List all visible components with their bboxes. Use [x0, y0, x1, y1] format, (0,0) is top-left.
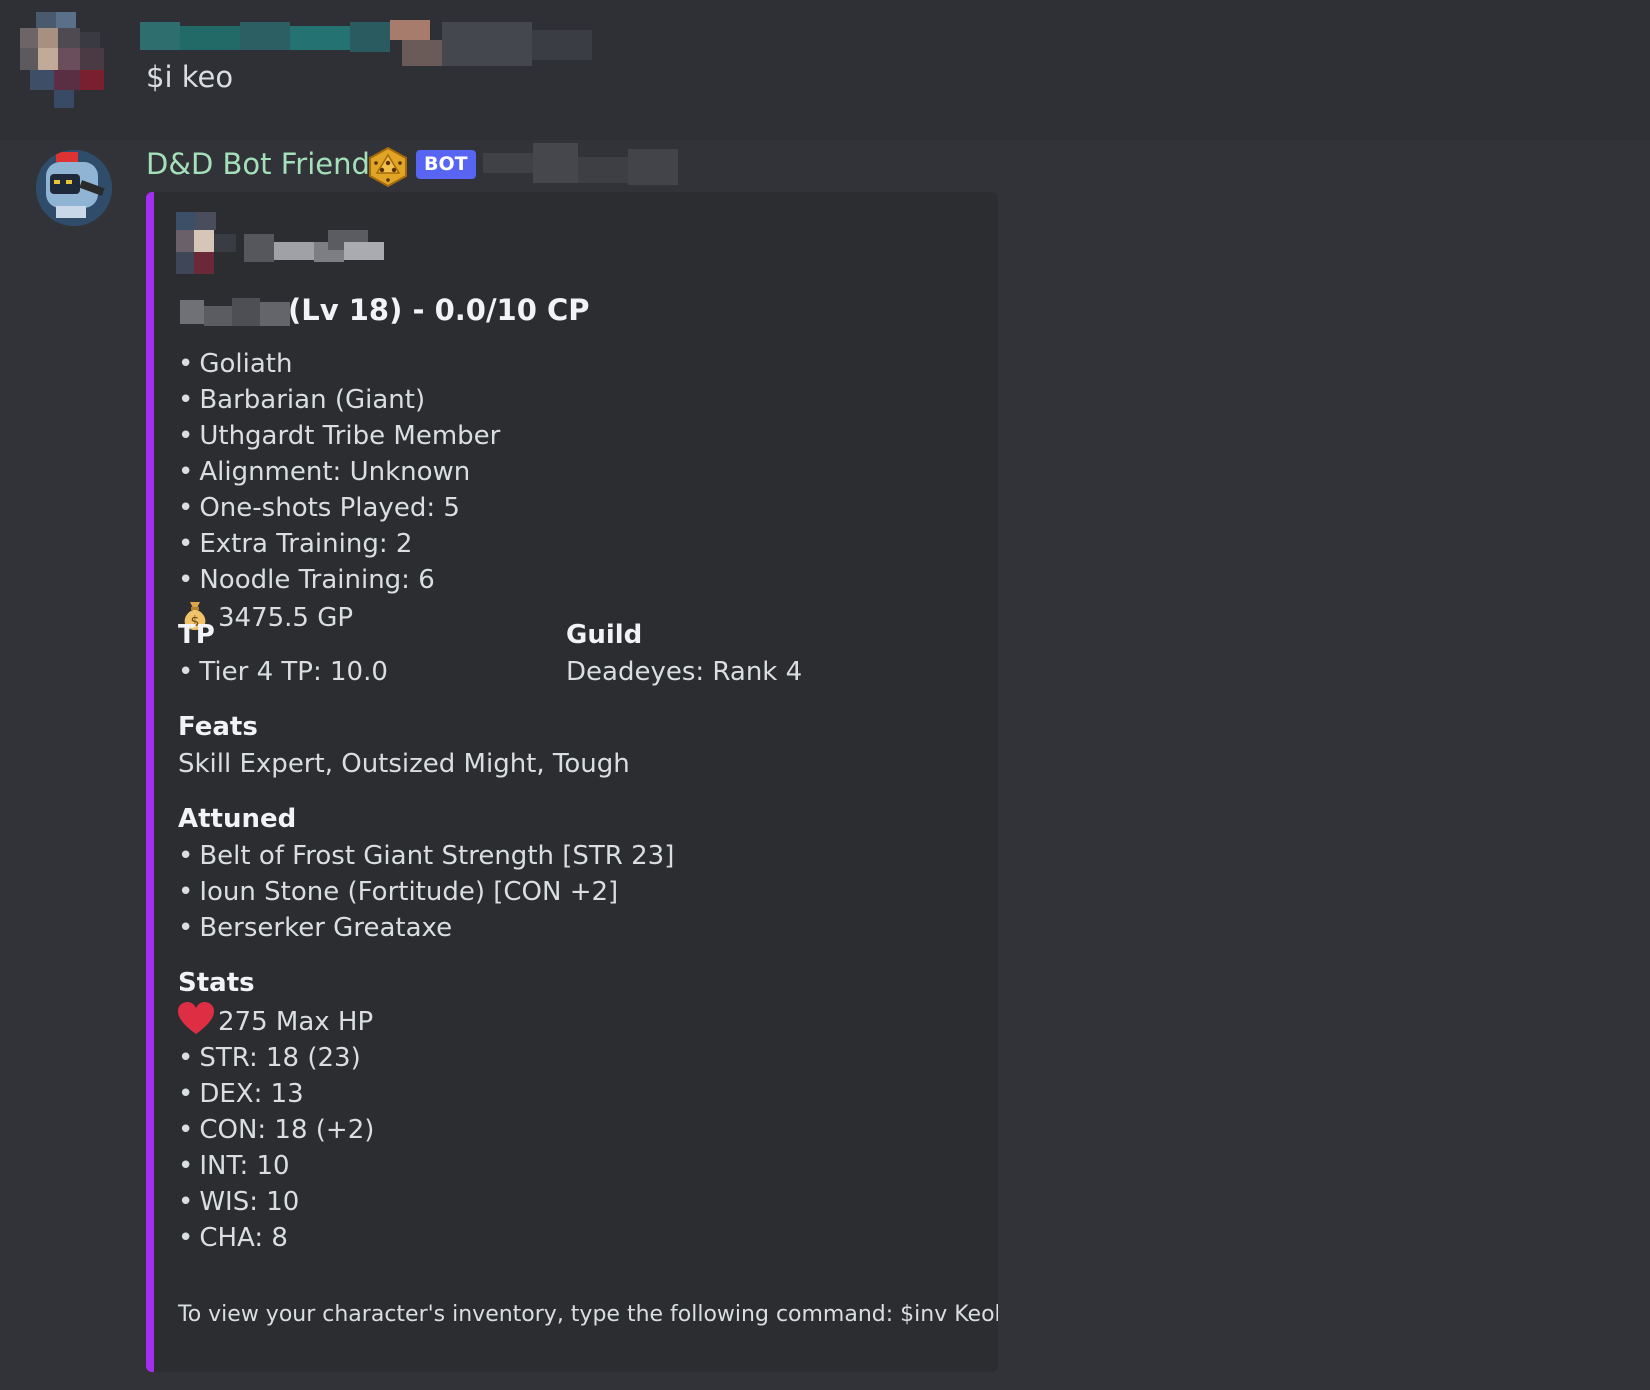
list-item: • INT: 10 — [178, 1151, 290, 1181]
field-value: Skill Expert, Outsized Might, Tough — [178, 749, 630, 779]
field-name: TP — [178, 620, 215, 650]
field-name: Guild — [566, 620, 643, 650]
user-message-text: $i keo — [146, 60, 234, 94]
list-item: • STR: 18 (23) — [178, 1043, 361, 1073]
field-guild: Guild Deadeyes: Rank 4 — [566, 620, 802, 690]
field-value: • Tier 4 TP: 10.0 — [178, 657, 388, 687]
heart-icon — [178, 1002, 214, 1034]
list-item: • Barbarian (Giant) — [178, 385, 426, 415]
list-item: • Noodle Training: 6 — [178, 565, 435, 595]
bot-author-name[interactable]: D&D Bot Friend — [146, 147, 370, 181]
character-embed: (Lv 18) - 0.0/10 CP • Goliath • Barbarian … — [146, 192, 998, 1372]
character-details: • Goliath • Barbarian (Giant) • Uthgardt Tr… — [178, 346, 500, 634]
dice-icon — [369, 147, 407, 187]
user-avatar[interactable] — [20, 12, 120, 108]
embed-accent-bar — [146, 192, 154, 1372]
max-hp: 275 Max HP — [218, 1007, 374, 1037]
list-item: • CHA: 8 — [178, 1223, 288, 1253]
list-item: • Extra Training: 2 — [178, 529, 413, 559]
username-redacted — [140, 20, 592, 66]
bot-avatar[interactable] — [36, 150, 112, 226]
list-item: • Goliath — [178, 349, 293, 379]
embed-author-redacted — [176, 212, 384, 274]
list-item: • Ioun Stone (Fortitude) [CON +2] — [178, 877, 619, 907]
embed-footer: To view your character's inventory, type… — [178, 1302, 998, 1327]
user-message[interactable]: $i keo — [0, 0, 1650, 140]
field-name: Stats — [178, 968, 255, 998]
embed-title-text: (Lv 18) - 0.0/10 CP — [288, 293, 590, 327]
list-item: • WIS: 10 — [178, 1187, 300, 1217]
field-tp: TP • Tier 4 TP: 10.0 — [178, 620, 388, 690]
list-item: • Alignment: Unknown — [178, 457, 471, 487]
field-name: Feats — [178, 712, 258, 742]
timestamp-redacted — [483, 143, 678, 185]
list-item: • Uthgardt Tribe Member — [178, 421, 501, 451]
list-item: • DEX: 13 — [178, 1079, 304, 1109]
field-feats: Feats Skill Expert, Outsized Might, Toug… — [178, 712, 630, 782]
hp-line: 275 Max HP — [178, 1002, 374, 1040]
field-stats: Stats 275 Max HP • STR: 18 (23) • DEX: 13 … — [178, 968, 374, 1256]
embed-title: (Lv 18) - 0.0/10 CP — [178, 293, 590, 327]
robot-icon — [36, 150, 112, 226]
field-name: Attuned — [178, 804, 297, 834]
bot-tag: BOT — [416, 150, 476, 179]
field-value: Deadeyes: Rank 4 — [566, 657, 803, 687]
list-item: • CON: 18 (+2) — [178, 1115, 375, 1145]
list-item: • Belt of Frost Giant Strength [STR 23] — [178, 841, 675, 871]
list-item: • One-shots Played: 5 — [178, 493, 460, 523]
field-attuned: Attuned • Belt of Frost Giant Strength [S… — [178, 804, 674, 946]
list-item: • Berserker Greataxe — [178, 913, 453, 943]
